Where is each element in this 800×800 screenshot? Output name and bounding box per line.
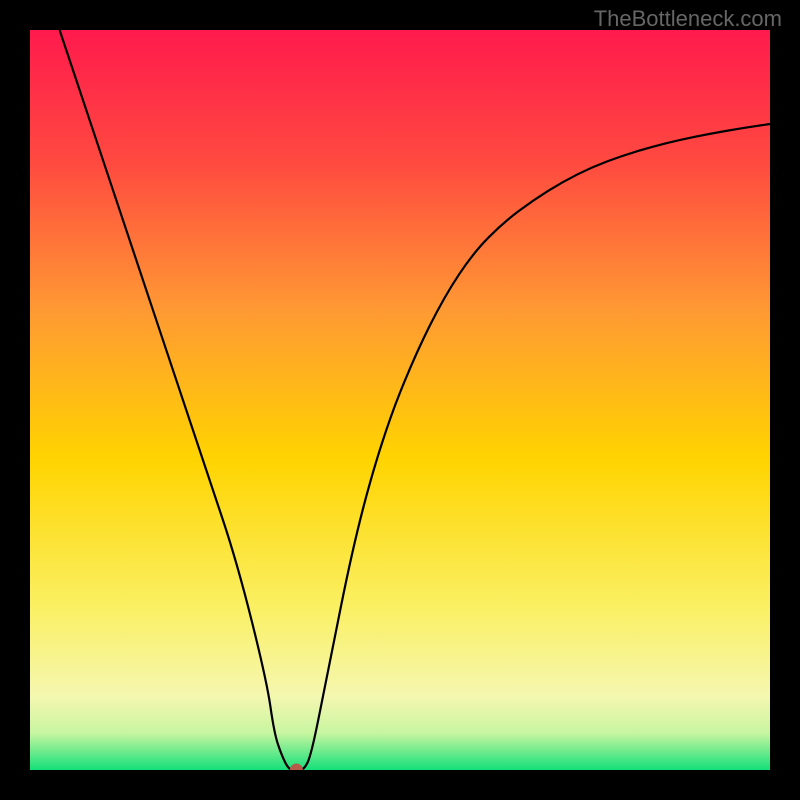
chart-area (30, 30, 770, 770)
watermark-text: TheBottleneck.com (594, 6, 782, 32)
gradient-background (30, 30, 770, 770)
chart-svg (30, 30, 770, 770)
